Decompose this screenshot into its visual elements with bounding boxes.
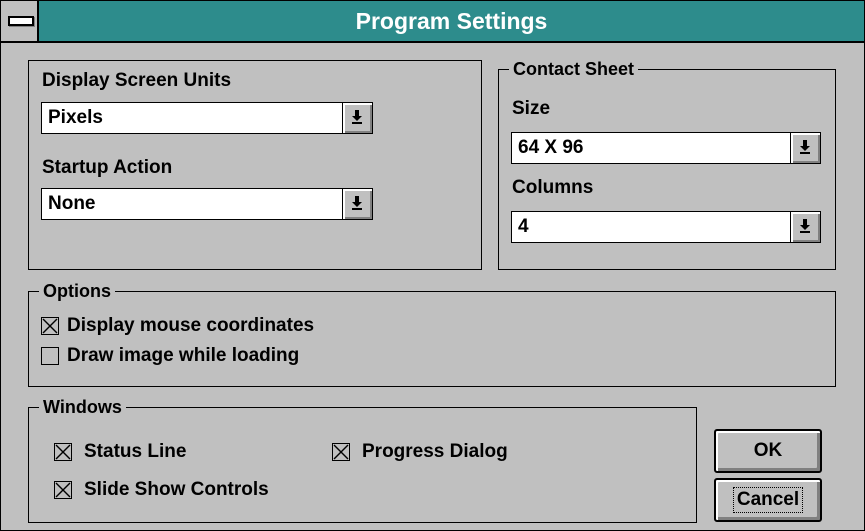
dropdown-arrow-icon[interactable] <box>342 189 372 219</box>
display-mouse-coordinates-label[interactable]: Display mouse coordinates <box>67 315 314 337</box>
options-title: Options <box>39 280 115 302</box>
display-screen-units-dropdown[interactable]: Pixels <box>41 102 373 134</box>
program-settings-dialog: Program Settings Display Screen Units Pi… <box>0 0 865 531</box>
startup-action-label: Startup Action <box>42 157 173 178</box>
x-mark-icon <box>42 318 58 334</box>
display-screen-units-value: Pixels <box>48 107 103 128</box>
dropdown-arrow-icon[interactable] <box>790 133 820 163</box>
size-value: 64 X 96 <box>518 137 584 158</box>
options-group: Options Display mouse coordinates Draw i… <box>28 280 836 387</box>
dropdown-arrow-icon[interactable] <box>790 212 820 242</box>
columns-value: 4 <box>518 216 529 237</box>
ok-button[interactable]: OK <box>714 429 822 473</box>
slide-show-controls-label[interactable]: Slide Show Controls <box>84 479 269 501</box>
windows-title: Windows <box>39 396 126 418</box>
dropdown-arrow-icon[interactable] <box>342 103 372 133</box>
size-dropdown[interactable]: 64 X 96 <box>511 132 821 164</box>
columns-dropdown[interactable]: 4 <box>511 211 821 243</box>
progress-dialog-label[interactable]: Progress Dialog <box>362 441 508 463</box>
draw-image-while-loading-label[interactable]: Draw image while loading <box>67 345 299 367</box>
cancel-button-label: Cancel <box>732 487 804 513</box>
system-menu-icon[interactable] <box>1 1 39 41</box>
display-startup-group: Display Screen Units Pixels Startup Acti… <box>28 60 482 270</box>
status-line-checkbox[interactable] <box>54 443 72 461</box>
ok-button-label: OK <box>753 440 783 461</box>
window-title: Program Settings <box>355 8 548 34</box>
x-mark-icon <box>333 444 349 460</box>
progress-dialog-checkbox[interactable] <box>332 443 350 461</box>
startup-action-value: None <box>48 193 96 214</box>
title-bar[interactable]: Program Settings <box>1 1 864 43</box>
display-screen-units-label: Display Screen Units <box>42 70 232 91</box>
windows-group: Windows Status Line Progress Dialog Slid… <box>28 396 697 523</box>
size-label: Size <box>512 98 551 119</box>
columns-label: Columns <box>512 177 594 198</box>
x-mark-icon <box>55 482 71 498</box>
contact-sheet-title: Contact Sheet <box>509 58 639 80</box>
draw-image-while-loading-checkbox[interactable] <box>41 347 59 365</box>
display-mouse-coordinates-checkbox[interactable] <box>41 317 59 335</box>
slide-show-controls-checkbox[interactable] <box>54 481 72 499</box>
cancel-button[interactable]: Cancel <box>714 478 822 522</box>
x-mark-icon <box>55 444 71 460</box>
status-line-label[interactable]: Status Line <box>84 441 186 463</box>
contact-sheet-group: Contact Sheet Size 64 X 96 Columns 4 <box>498 58 836 270</box>
startup-action-dropdown[interactable]: None <box>41 188 373 220</box>
